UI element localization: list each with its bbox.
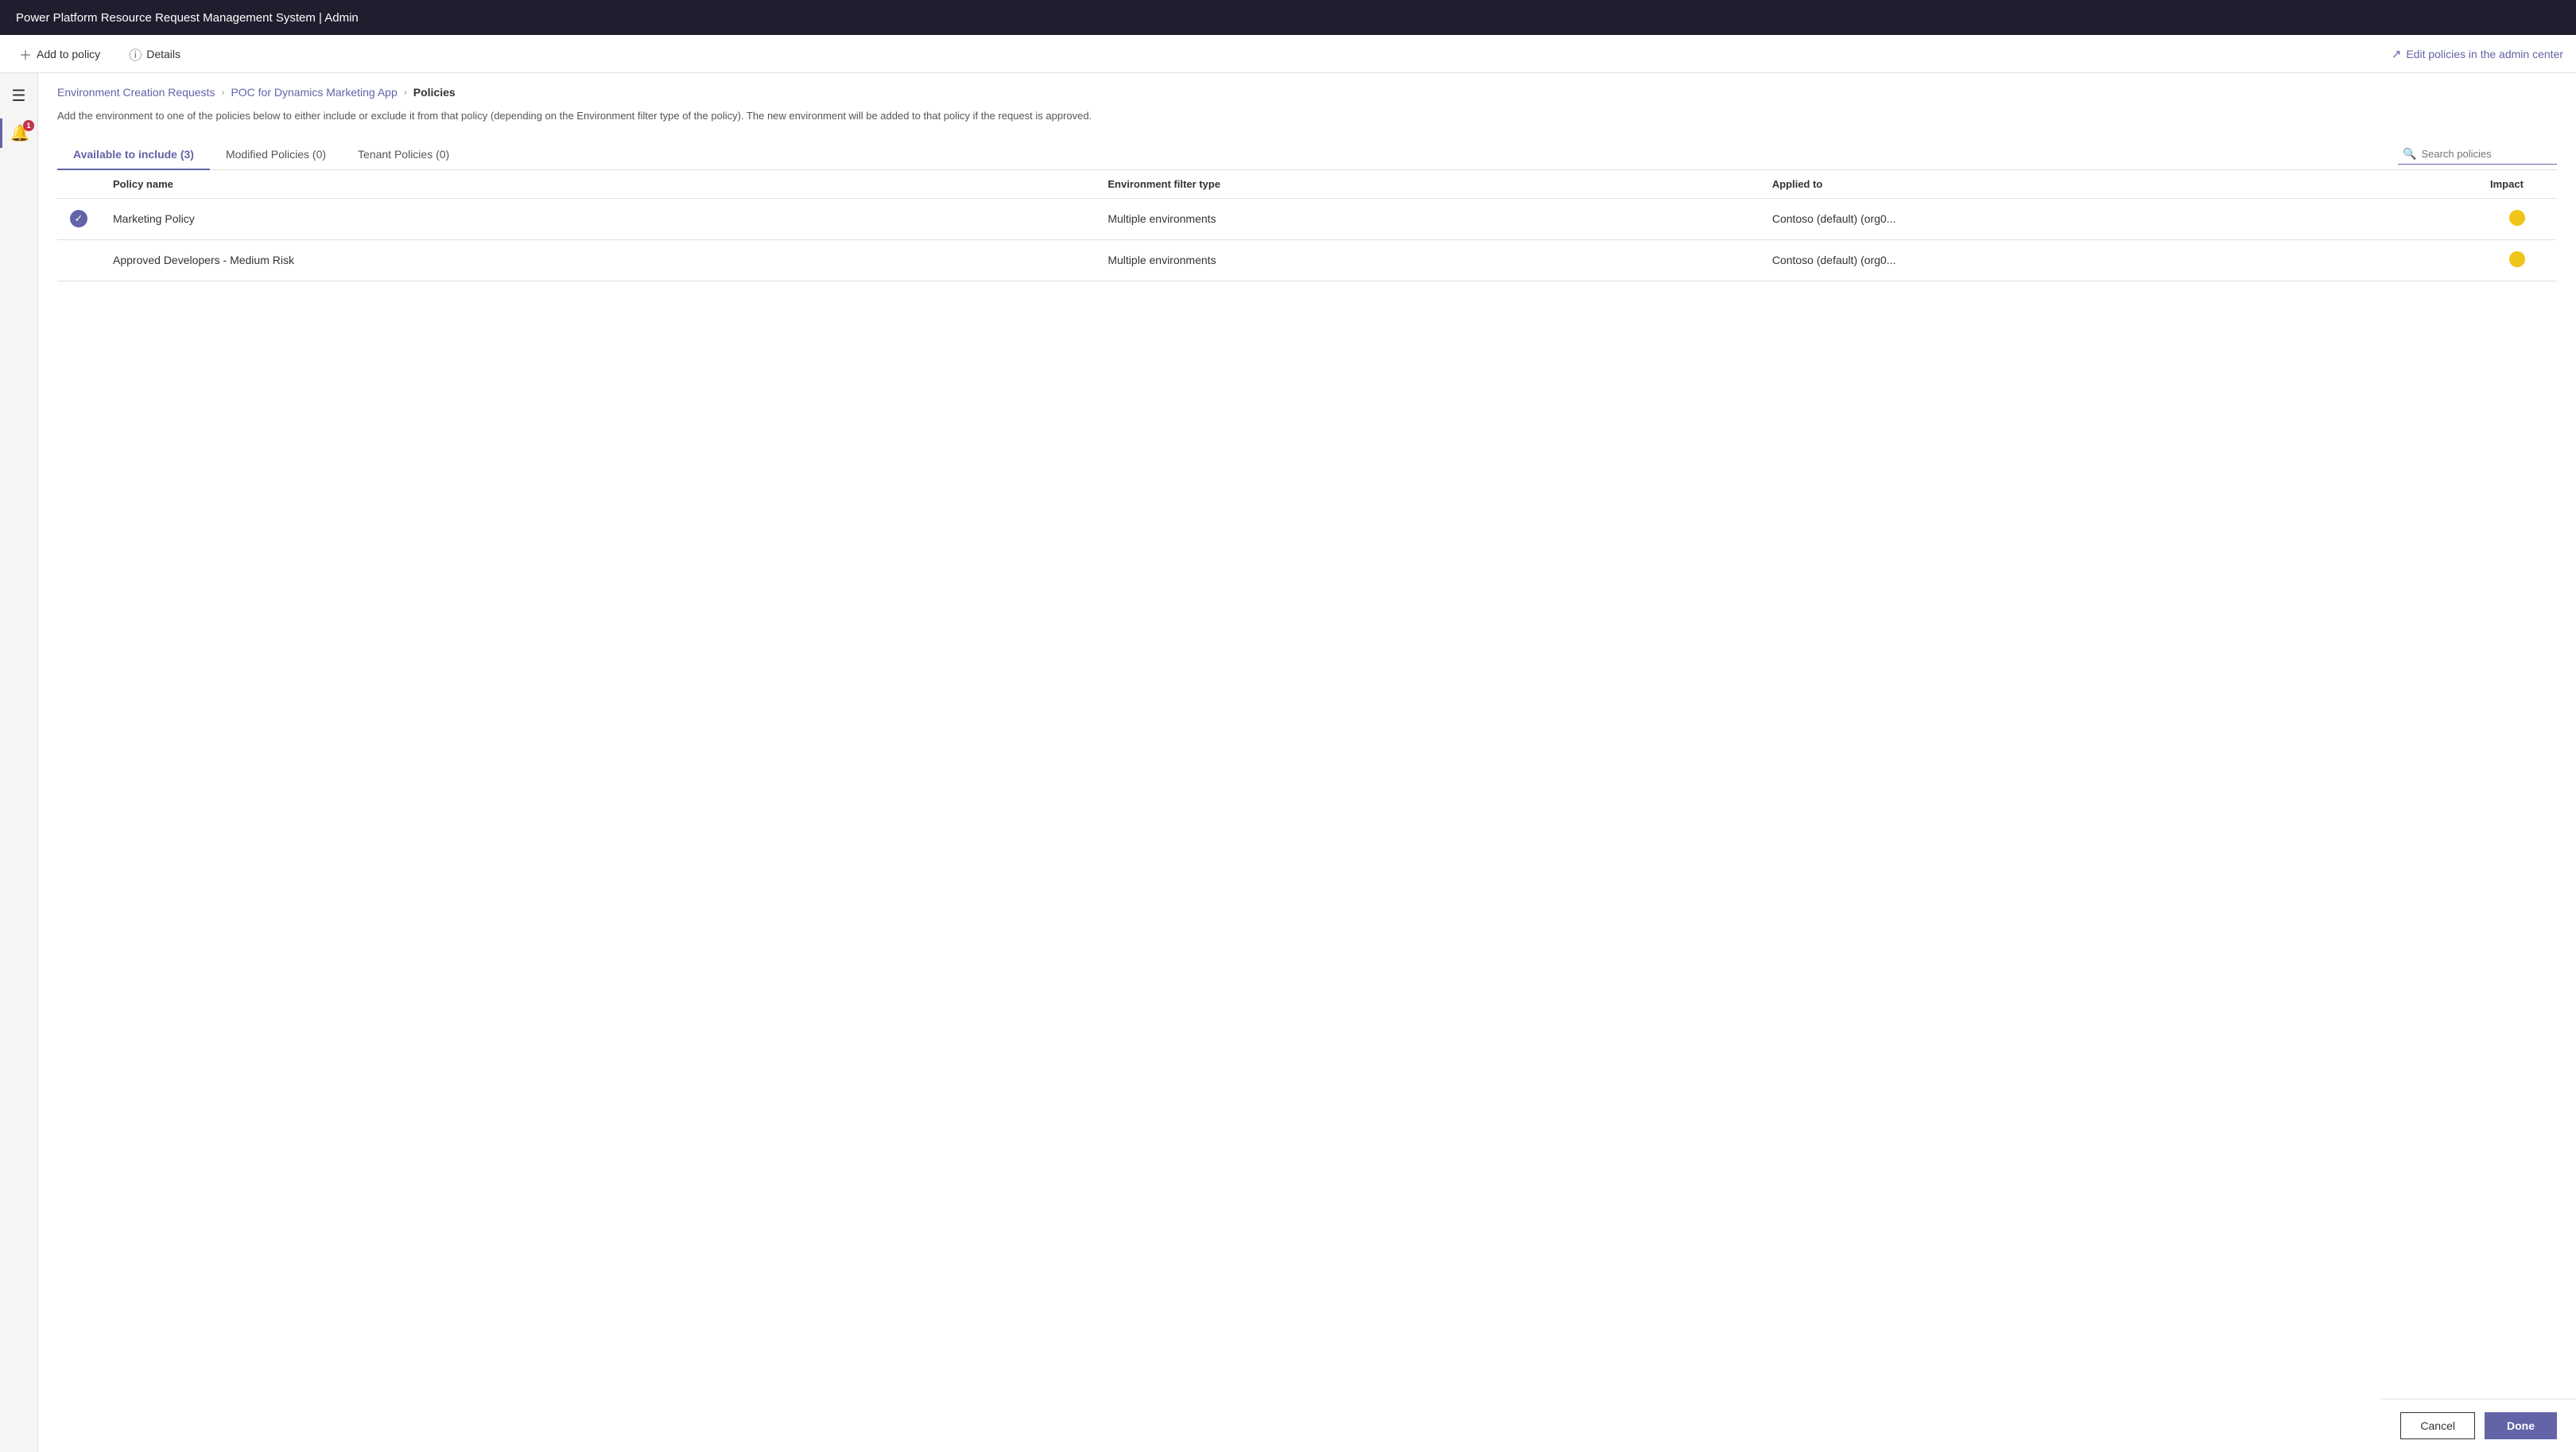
tab-modified[interactable]: Modified Policies (0)	[210, 140, 342, 170]
tab-available[interactable]: Available to include (3)	[57, 140, 210, 170]
bottom-action-bar: Cancel Done	[2381, 1399, 2576, 1452]
row-impact-0	[2477, 198, 2557, 239]
edit-policies-link[interactable]: ↗ Edit policies in the admin center	[2392, 47, 2563, 61]
breadcrumb-step3: Policies	[413, 86, 456, 99]
layout: ☰ 🔔 1 Environment Creation Requests › PO…	[0, 73, 2576, 1452]
main-content: Environment Creation Requests › POC for …	[38, 73, 2576, 1452]
tabs-bar: Available to include (3) Modified Polici…	[57, 140, 2557, 170]
breadcrumb-step2[interactable]: POC for Dynamics Marketing App	[231, 86, 397, 99]
row-impact-1	[2477, 239, 2557, 281]
row-policy-name-0: Marketing Policy	[100, 198, 1095, 239]
table-row[interactable]: Approved Developers - Medium RiskMultipl…	[57, 239, 2557, 281]
external-link-icon: ↗	[2392, 47, 2402, 61]
info-icon: ⓘ	[129, 45, 142, 64]
policies-table: Policy name Environment filter type Appl…	[57, 170, 2557, 281]
tab-tenant[interactable]: Tenant Policies (0)	[342, 140, 465, 170]
search-icon: 🔍	[2403, 147, 2416, 161]
table-row[interactable]: ✓ Marketing PolicyMultiple environmentsCo…	[57, 198, 2557, 239]
breadcrumb-sep1: ›	[221, 87, 224, 98]
sidebar: ☰ 🔔 1	[0, 73, 38, 1452]
check-icon: ✓	[70, 210, 87, 227]
impact-dot-icon	[2509, 251, 2525, 267]
breadcrumb-step1[interactable]: Environment Creation Requests	[57, 86, 215, 99]
table-header-row: Policy name Environment filter type Appl…	[57, 170, 2557, 199]
notifications-button[interactable]: 🔔 1	[0, 118, 37, 148]
done-button[interactable]: Done	[2485, 1412, 2557, 1439]
breadcrumb-sep2: ›	[404, 87, 407, 98]
row-env-filter-0: Multiple environments	[1095, 198, 1759, 239]
search-box[interactable]: 🔍	[2398, 144, 2557, 165]
add-to-policy-button[interactable]: ＋ Add to policy	[13, 41, 107, 67]
title-bar: Power Platform Resource Request Manageme…	[0, 0, 2576, 35]
details-button[interactable]: ⓘ Details	[122, 41, 187, 67]
impact-dot-icon	[2509, 210, 2525, 226]
row-env-filter-1: Multiple environments	[1095, 239, 1759, 281]
notification-badge: 1	[23, 120, 34, 131]
row-check-1[interactable]	[57, 239, 100, 281]
cancel-button[interactable]: Cancel	[2400, 1412, 2475, 1439]
col-applied-to: Applied to	[1759, 170, 2477, 199]
plus-icon: ＋	[19, 45, 32, 64]
col-policy-name: Policy name	[100, 170, 1095, 199]
col-impact: Impact	[2477, 170, 2557, 199]
row-applied-to-1: Contoso (default) (org0...	[1759, 239, 2477, 281]
app-title: Power Platform Resource Request Manageme…	[16, 11, 359, 25]
row-applied-to-0: Contoso (default) (org0...	[1759, 198, 2477, 239]
hamburger-menu-button[interactable]: ☰	[7, 81, 31, 111]
col-env-filter: Environment filter type	[1095, 170, 1759, 199]
page-description: Add the environment to one of the polici…	[57, 108, 2432, 124]
row-check-0[interactable]: ✓	[57, 198, 100, 239]
tabs-list: Available to include (3) Modified Polici…	[57, 140, 465, 169]
breadcrumb: Environment Creation Requests › POC for …	[57, 86, 2557, 99]
toolbar-left: ＋ Add to policy ⓘ Details	[13, 41, 187, 67]
toolbar: ＋ Add to policy ⓘ Details ↗ Edit policie…	[0, 35, 2576, 73]
search-input[interactable]	[2421, 148, 2548, 160]
col-check	[57, 170, 100, 199]
row-policy-name-1: Approved Developers - Medium Risk	[100, 239, 1095, 281]
